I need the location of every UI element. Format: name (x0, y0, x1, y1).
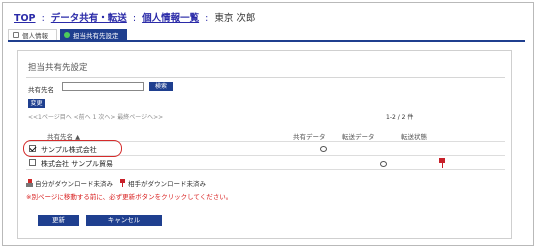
search-button[interactable]: 検索 (149, 82, 173, 91)
breadcrumb: TOP : データ共有・転送 : 個人情報一覧 : 東京 次郎 (14, 10, 255, 24)
divider (26, 169, 505, 170)
search-label: 共有先名 (28, 86, 54, 94)
tab-assignee-share-label: 担当共有先設定 (73, 31, 119, 40)
row-name: 株式会社 サンプル貿易 (41, 160, 114, 168)
self-not-downloaded-icon (26, 179, 33, 187)
document-icon (13, 32, 19, 38)
tab-personal-info-label: 個人情報 (22, 32, 48, 40)
change-button[interactable]: 変更 (28, 99, 45, 108)
column-header-shared-data: 共有データ (293, 133, 326, 141)
partner-not-downloaded-icon (438, 158, 448, 169)
update-button[interactable]: 更新 (38, 215, 79, 226)
legend-partner-label: 相手がダウンロード未済み (128, 180, 206, 188)
status-dot-icon (64, 31, 70, 38)
breadcrumb-current: 東京 次郎 (214, 13, 256, 24)
tab-personal-info[interactable]: 個人情報 (8, 29, 57, 40)
legend-self-label: 自分がダウンロード未済み (35, 180, 113, 188)
row-checkbox[interactable] (29, 159, 36, 166)
row-highlight-circle (23, 140, 122, 157)
transfer-data-ring-icon (380, 161, 387, 167)
breadcrumb-separator: : (205, 13, 209, 24)
panel-title: 担当共有先設定 (28, 63, 88, 73)
pagination[interactable]: <<1ページ目へ <前へ 1 次へ> 最終ページへ>> (28, 112, 163, 121)
warning-notice: ※別ページに移動する前に、必ず更新ボタンをクリックしてください。 (26, 193, 233, 201)
search-input[interactable] (62, 82, 144, 91)
tab-assignee-share[interactable]: 担当共有先設定 (60, 29, 127, 40)
column-header-transfer-data: 転送データ (342, 133, 375, 141)
partner-not-downloaded-icon (119, 179, 126, 187)
divider (26, 77, 505, 78)
breadcrumb-separator: : (132, 13, 137, 24)
main-window: TOP : データ共有・転送 : 個人情報一覧 : 東京 次郎 個人情報 担当共… (2, 2, 534, 246)
breadcrumb-data-share-link[interactable]: データ共有・転送 (51, 13, 127, 24)
column-header-transfer-status: 転送状態 (401, 133, 427, 141)
breadcrumb-top-link[interactable]: TOP (14, 13, 36, 24)
result-count: 1-2 / 2 件 (386, 114, 414, 121)
breadcrumb-personal-list-link[interactable]: 個人情報一覧 (142, 13, 199, 24)
legend: 自分がダウンロード未済み 相手がダウンロード未済み (26, 178, 206, 188)
cancel-button[interactable]: キャンセル (86, 215, 162, 226)
tab-bar: 個人情報 担当共有先設定 (8, 29, 127, 40)
tab-underline (8, 40, 525, 42)
settings-panel: 担当共有先設定 共有先名 検索 変更 <<1ページ目へ <前へ 1 次へ> 最終… (17, 50, 512, 239)
table-row: 株式会社 サンプル貿易 (26, 157, 505, 169)
shared-data-ring-icon (320, 146, 327, 152)
breadcrumb-separator: : (41, 13, 45, 24)
